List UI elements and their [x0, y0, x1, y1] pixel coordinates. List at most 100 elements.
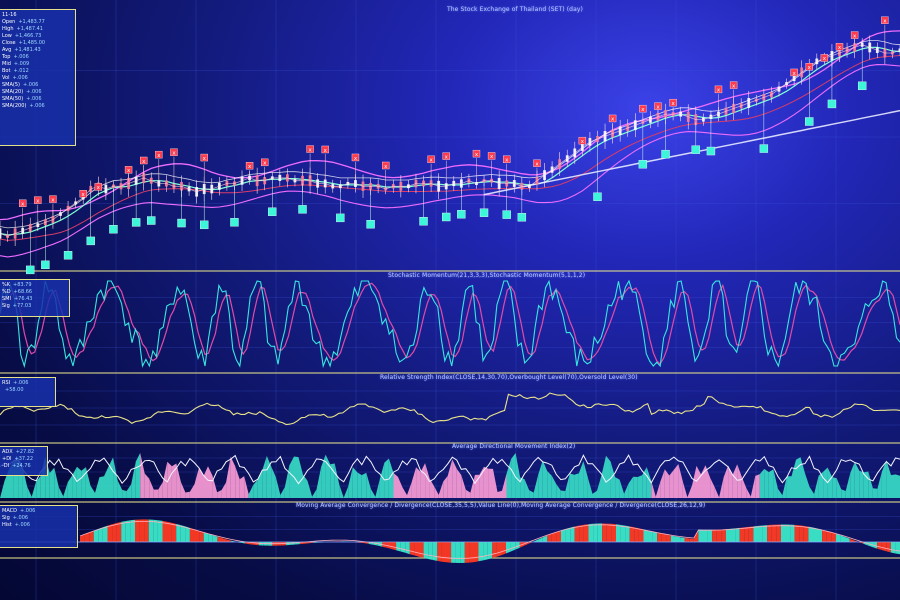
adx-histogram-bar — [768, 469, 774, 498]
adx-histogram-bar — [361, 472, 367, 498]
macd-histogram-bar — [579, 524, 584, 542]
adx-histogram-bar — [99, 476, 104, 498]
adx-histogram-bar — [655, 481, 661, 498]
buy-signal-marker — [230, 218, 239, 227]
macd-histogram-bar — [725, 528, 731, 542]
adx-histogram-bar — [597, 475, 602, 498]
buy-signal-marker — [691, 145, 700, 154]
price-info-line: Low +1,466.73 — [2, 33, 72, 40]
adx-histogram-bar — [221, 482, 227, 498]
buy-signal-marker — [706, 146, 716, 156]
buy-signal-marker — [759, 144, 769, 153]
macd-histogram-bar — [125, 520, 131, 542]
macd-histogram-bar — [634, 527, 639, 542]
adx-histogram-bar — [651, 481, 656, 498]
adx-histogram-bar — [750, 475, 756, 498]
adx-histogram-bar — [832, 477, 837, 498]
adx-info-line: -DI +24.76 — [2, 463, 44, 470]
macd-histogram-bar — [496, 541, 502, 557]
price-info-label: Avg — [2, 47, 12, 53]
adx-histogram-bar — [587, 477, 593, 498]
stochastic-info-label: Sig — [2, 303, 10, 309]
buy-signal-marker — [366, 220, 375, 229]
adx-histogram-bar — [814, 475, 819, 498]
adx-histogram-bar — [732, 464, 738, 498]
price-info-value: +1,481.43 — [14, 47, 41, 53]
adx-histogram-bar — [352, 467, 358, 498]
rsi-info-box: RSI +.006 +58.00 — [0, 377, 56, 407]
adx-histogram-bar — [208, 466, 213, 498]
adx-histogram-bar — [203, 466, 208, 498]
price-panel-title: The Stock Exchange of Thailand (SET) (da… — [447, 6, 583, 13]
macd-histogram-bar — [597, 523, 603, 542]
macd-histogram-bar — [409, 541, 415, 556]
macd-histogram-bar — [771, 524, 777, 542]
macd-histogram-bar — [116, 521, 122, 542]
adx-histogram-bar — [343, 486, 349, 498]
macd-histogram-bar — [638, 528, 644, 542]
macd-panel-title: Moving Average Convergence / Divergence(… — [296, 502, 706, 509]
price-info-label: SMA(5) — [2, 82, 20, 88]
adx-histogram-bar — [185, 491, 190, 498]
macd-histogram-bar — [153, 519, 158, 542]
macd-histogram-bar — [648, 530, 653, 542]
adx-info-label: -DI — [2, 463, 10, 469]
price-info-value: +.012 — [13, 68, 29, 74]
price-info-label: Top — [2, 54, 11, 60]
adx-histogram-bar — [144, 473, 150, 498]
macd-histogram-bar — [405, 541, 410, 555]
macd-histogram-bar — [593, 523, 598, 542]
buy-signal-marker — [26, 265, 35, 275]
macd-histogram-bar — [171, 522, 177, 542]
price-info-value: +.006 — [23, 82, 39, 88]
buy-signal-marker — [457, 210, 466, 219]
macd-info-label: Sig — [2, 515, 10, 521]
macd-histogram-bar — [478, 541, 484, 562]
macd-histogram-bar — [794, 524, 800, 542]
adx-histogram-bar — [262, 455, 267, 498]
adx-histogram-bar — [542, 460, 548, 498]
adx-histogram-bar — [316, 467, 322, 498]
buy-signal-marker — [827, 99, 837, 109]
adx-histogram-bar — [312, 489, 317, 498]
price-info-label: Vol — [2, 75, 10, 81]
price-info-line: Mid +.009 — [2, 61, 72, 68]
adx-histogram-bar — [461, 475, 466, 498]
price-info-label: Open — [2, 19, 16, 25]
adx-histogram-bar — [682, 481, 688, 498]
stochastic-k-line — [0, 279, 900, 369]
price-info-line: Avg +1,481.43 — [2, 47, 72, 54]
macd-histogram-bar — [570, 526, 575, 542]
stochastic-info-box: %K +83.79 %D +68.66 SMI +76.43 Sig +77.03 — [0, 279, 70, 317]
stochastic-info-label: %D — [2, 289, 11, 295]
adx-histogram-bar — [0, 481, 5, 498]
adx-histogram-bar — [633, 476, 638, 498]
buy-signal-marker — [147, 216, 156, 225]
macd-histogram-bar — [739, 527, 745, 542]
price-info-line: High +1,487.41 — [2, 26, 72, 33]
macd-histogram-bar — [680, 537, 685, 542]
price-info-line: SMA(5) +.006 — [2, 82, 72, 89]
macd-histogram-bar — [776, 524, 781, 542]
adx-histogram-bar — [379, 462, 385, 498]
adx-histogram-bar — [493, 468, 498, 498]
adx-histogram-bar — [524, 479, 530, 498]
adx-histogram-bar — [823, 467, 828, 498]
rsi-info-line: +58.00 — [2, 387, 52, 394]
adx-histogram-bar — [366, 472, 371, 498]
macd-histogram-bar — [574, 525, 580, 542]
rsi-info-label: RSI — [2, 380, 11, 386]
adx-histogram-bar — [402, 487, 407, 498]
adx-histogram-bar — [217, 490, 222, 498]
price-info-value: +1,466.73 — [14, 33, 42, 39]
macd-info-value: +.006 — [12, 515, 29, 521]
buy-signal-marker — [268, 207, 277, 216]
macd-histogram-bar — [446, 541, 452, 563]
macd-histogram-bar — [176, 523, 181, 542]
adx-panel-title: Average Directional Movement Index(2) — [452, 443, 576, 450]
adx-histogram-bar — [746, 487, 751, 498]
adx-histogram-bar — [592, 490, 597, 498]
macd-histogram-bar — [652, 531, 658, 542]
price-info-value: +.006 — [26, 89, 42, 95]
macd-histogram-bar — [144, 519, 149, 542]
